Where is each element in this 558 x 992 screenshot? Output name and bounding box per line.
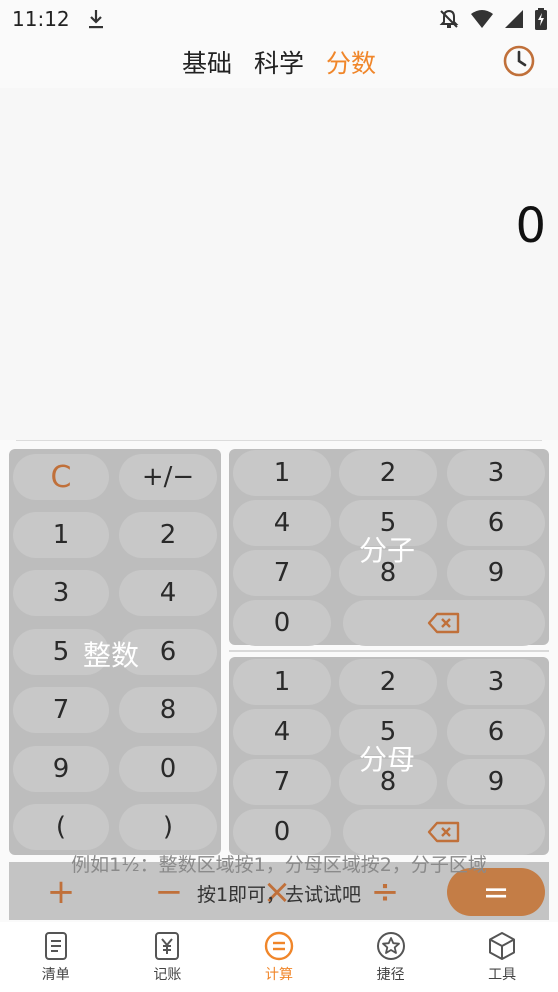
denominator-key-3[interactable]: 3 <box>447 659 545 705</box>
denominator-key-9[interactable]: 9 <box>447 759 545 805</box>
mode-tabs: 基础 科学 分数 <box>0 42 558 82</box>
denominator-key-8[interactable]: 8 <box>339 759 437 805</box>
operator-bar: + − × ÷ = 例如1½：整数区域按1，分母区域按2，分子区域 按1即可，去… <box>9 854 549 920</box>
bookkeeping-yen-icon <box>155 932 180 960</box>
numerator-backspace-button[interactable] <box>343 600 545 646</box>
status-icons <box>438 8 548 30</box>
cube-icon <box>489 932 516 960</box>
nav-label-list: 清单 <box>41 967 70 983</box>
notifications-off-icon <box>439 9 459 28</box>
nav-item-calculate[interactable]: 计算 <box>223 922 335 992</box>
denominator-key-0[interactable]: 0 <box>233 809 331 855</box>
numerator-key-6[interactable]: 6 <box>447 500 545 546</box>
close-paren-key[interactable]: ) <box>119 804 217 850</box>
nav-label-bookkeeping: 记账 <box>153 967 182 983</box>
backspace-icon <box>427 612 460 634</box>
clear-button[interactable]: C <box>13 454 109 500</box>
integer-key-1[interactable]: 1 <box>13 512 109 558</box>
integer-keypad: C +/− 1 2 3 4 5 6 7 8 9 0 ( ) 整数 <box>9 449 221 855</box>
denominator-keypad: 1 2 3 4 5 6 7 8 9 0 分母 <box>229 657 549 855</box>
nav-item-shortcut[interactable]: 捷径 <box>335 922 447 992</box>
denominator-key-1[interactable]: 1 <box>233 659 331 705</box>
denominator-key-4[interactable]: 4 <box>233 709 331 755</box>
history-clock-icon[interactable] <box>502 44 536 78</box>
integer-key-8[interactable]: 8 <box>119 687 217 733</box>
numerator-key-3[interactable]: 3 <box>447 450 545 496</box>
numerator-key-9[interactable]: 9 <box>447 550 545 596</box>
divider <box>16 440 542 441</box>
integer-key-2[interactable]: 2 <box>119 512 217 558</box>
denominator-key-6[interactable]: 6 <box>447 709 545 755</box>
status-bar: 11:12 <box>0 0 558 38</box>
sign-toggle-button[interactable]: +/− <box>119 454 217 500</box>
wifi-icon <box>471 10 493 28</box>
hint-text-line-1: 例如1½：整数区域按1，分母区域按2，分子区域 <box>71 854 487 876</box>
display-value: 0 <box>515 198 546 254</box>
nav-item-tools[interactable]: 工具 <box>446 922 558 992</box>
nav-item-list[interactable]: 清单 <box>0 922 112 992</box>
integer-key-9[interactable]: 9 <box>13 746 109 792</box>
hint-text-line-2: 按1即可，去试试吧 <box>196 884 362 906</box>
integer-key-5[interactable]: 5 <box>13 629 109 675</box>
result-display: 0 <box>0 88 558 440</box>
nav-label-calculate: 计算 <box>264 967 293 983</box>
bottom-nav: 清单 记账 计算 捷径 工具 <box>0 922 558 992</box>
numerator-key-5[interactable]: 5 <box>339 500 437 546</box>
calculator-equals-icon <box>264 931 294 961</box>
status-time: 11:12 <box>12 7 70 31</box>
numerator-key-0[interactable]: 0 <box>233 600 331 646</box>
list-icon <box>44 932 67 960</box>
integer-key-4[interactable]: 4 <box>119 570 217 616</box>
backspace-icon <box>427 821 460 843</box>
tab-scientific[interactable]: 科学 <box>254 44 304 80</box>
open-paren-key[interactable]: ( <box>13 804 109 850</box>
denominator-key-7[interactable]: 7 <box>233 759 331 805</box>
battery-icon <box>535 8 547 30</box>
tab-fraction[interactable]: 分数 <box>326 44 376 80</box>
nav-label-tools: 工具 <box>488 967 517 983</box>
numerator-key-8[interactable]: 8 <box>339 550 437 596</box>
numerator-key-1[interactable]: 1 <box>233 450 331 496</box>
integer-key-7[interactable]: 7 <box>13 687 109 733</box>
nav-item-bookkeeping[interactable]: 记账 <box>112 922 224 992</box>
signal-icon <box>505 10 523 28</box>
numerator-key-7[interactable]: 7 <box>233 550 331 596</box>
denominator-key-5[interactable]: 5 <box>339 709 437 755</box>
denominator-key-2[interactable]: 2 <box>339 659 437 705</box>
download-icon <box>88 10 103 29</box>
fraction-bar <box>229 650 549 652</box>
denominator-backspace-button[interactable] <box>343 809 545 855</box>
star-circle-icon <box>376 932 405 960</box>
integer-key-3[interactable]: 3 <box>13 570 109 616</box>
tab-basic[interactable]: 基础 <box>182 44 232 80</box>
numerator-key-4[interactable]: 4 <box>233 500 331 546</box>
integer-key-6[interactable]: 6 <box>119 629 217 675</box>
numerator-key-2[interactable]: 2 <box>339 450 437 496</box>
integer-key-0[interactable]: 0 <box>119 746 217 792</box>
numerator-keypad: 1 2 3 4 5 6 7 8 9 0 分子 <box>229 449 549 646</box>
nav-label-shortcut: 捷径 <box>376 967 405 983</box>
